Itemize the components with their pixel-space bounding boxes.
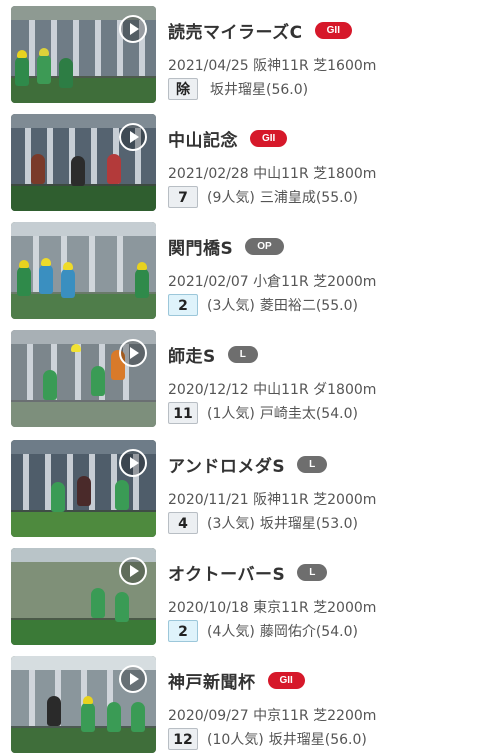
play-circle-icon[interactable]	[119, 123, 147, 151]
jockey-weight: 藤岡佑介(54.0)	[259, 624, 358, 640]
jockey-weight: 坂井瑠星(53.0)	[259, 516, 358, 532]
race-date-course: 2020/10/18 東京11R 芝2000m	[168, 600, 377, 616]
race-title-row: アンドロメダS L	[168, 452, 328, 477]
race-name[interactable]: アンドロメダS	[168, 452, 285, 477]
race-date-course: 2021/02/07 小倉11R 芝2000m	[168, 274, 377, 290]
popularity-rank: (10人気)	[207, 732, 264, 748]
race-item[interactable]: 師走S L 2020/12/12 中山11R ダ1800m 11 (1人気) 戸…	[0, 330, 480, 427]
race-date-course: 2021/02/28 中山11R 芝1800m	[168, 166, 377, 182]
race-name[interactable]: 中山記念	[168, 126, 238, 151]
race-item[interactable]: 神戸新聞杯 GII 2020/09/27 中京11R 芝2200m 12 (10…	[0, 656, 480, 753]
race-name[interactable]: 読売マイラーズC	[168, 18, 303, 43]
jockey-weight: 戸崎圭太(54.0)	[259, 406, 358, 422]
race-name[interactable]: オクトーバーS	[168, 560, 285, 585]
race-result: 除 坂井瑠星(56.0)	[168, 78, 308, 100]
grade-badge: OP	[245, 237, 284, 255]
race-item[interactable]: 読売マイラーズC GII 2021/04/25 阪神11R 芝1600m 除 坂…	[0, 6, 480, 103]
jockey-weight: 菱田裕二(55.0)	[259, 298, 358, 314]
race-video-thumbnail[interactable]	[11, 222, 156, 319]
finish-position-badge: 11	[168, 402, 198, 424]
finish-position-badge: 除	[168, 78, 198, 100]
race-video-thumbnail[interactable]	[11, 440, 156, 537]
race-item[interactable]: 関門橋S OP 2021/02/07 小倉11R 芝2000m 2 (3人気) …	[0, 222, 480, 319]
race-video-thumbnail[interactable]	[11, 6, 156, 103]
race-result: 2 (3人気) 菱田裕二(55.0)	[168, 294, 358, 316]
play-circle-icon[interactable]	[119, 339, 147, 367]
race-date-course: 2020/09/27 中京11R 芝2200m	[168, 708, 377, 724]
finish-position-badge: 2	[168, 294, 198, 316]
grade-badge: L	[297, 455, 328, 473]
jockey-weight: 三浦皇成(55.0)	[259, 190, 358, 206]
play-circle-icon[interactable]	[119, 557, 147, 585]
race-name[interactable]: 関門橋S	[168, 234, 233, 259]
race-item[interactable]: 中山記念 GII 2021/02/28 中山11R 芝1800m 7 (9人気)…	[0, 114, 480, 211]
race-video-thumbnail[interactable]	[11, 656, 156, 753]
popularity-rank: (3人気)	[207, 298, 255, 314]
grade-badge: GII	[250, 129, 288, 147]
race-date-course: 2020/11/21 阪神11R 芝2000m	[168, 492, 377, 508]
race-result: 12 (10人気) 坂井瑠星(56.0)	[168, 728, 367, 750]
popularity-rank: (9人気)	[207, 190, 255, 206]
finish-position-badge: 2	[168, 620, 198, 642]
finish-position-badge: 7	[168, 186, 198, 208]
race-result: 11 (1人気) 戸崎圭太(54.0)	[168, 402, 358, 424]
race-title-row: 中山記念 GII	[168, 126, 288, 151]
jockey-weight: 坂井瑠星(56.0)	[268, 732, 367, 748]
play-circle-icon[interactable]	[119, 449, 147, 477]
grade-badge: L	[227, 345, 258, 363]
play-circle-icon[interactable]	[119, 15, 147, 43]
popularity-rank: (4人気)	[207, 624, 255, 640]
race-video-thumbnail[interactable]	[11, 330, 156, 427]
race-video-thumbnail[interactable]	[11, 114, 156, 211]
grade-badge: GII	[314, 21, 352, 39]
race-item[interactable]: アンドロメダS L 2020/11/21 阪神11R 芝2000m 4 (3人気…	[0, 440, 480, 537]
race-name[interactable]: 神戸新聞杯	[168, 668, 256, 693]
popularity-rank: (1人気)	[207, 406, 255, 422]
race-name[interactable]: 師走S	[168, 342, 216, 367]
race-title-row: 師走S L	[168, 342, 258, 367]
grade-badge: GII	[267, 671, 305, 689]
race-date-course: 2020/12/12 中山11R ダ1800m	[168, 382, 377, 398]
popularity-rank: (3人気)	[207, 516, 255, 532]
race-result: 4 (3人気) 坂井瑠星(53.0)	[168, 512, 358, 534]
finish-position-badge: 4	[168, 512, 198, 534]
race-history-list: 読売マイラーズC GII 2021/04/25 阪神11R 芝1600m 除 坂…	[0, 0, 480, 756]
race-result: 2 (4人気) 藤岡佑介(54.0)	[168, 620, 358, 642]
jockey-weight: 坂井瑠星(56.0)	[210, 82, 309, 98]
grade-badge: L	[297, 563, 328, 581]
play-circle-icon[interactable]	[119, 665, 147, 693]
race-result: 7 (9人気) 三浦皇成(55.0)	[168, 186, 358, 208]
race-title-row: 読売マイラーズC GII	[168, 18, 352, 43]
race-title-row: オクトーバーS L	[168, 560, 328, 585]
race-title-row: 神戸新聞杯 GII	[168, 668, 305, 693]
race-date-course: 2021/04/25 阪神11R 芝1600m	[168, 58, 377, 74]
finish-position-badge: 12	[168, 728, 198, 750]
race-title-row: 関門橋S OP	[168, 234, 284, 259]
race-item[interactable]: オクトーバーS L 2020/10/18 東京11R 芝2000m 2 (4人気…	[0, 548, 480, 645]
race-video-thumbnail[interactable]	[11, 548, 156, 645]
